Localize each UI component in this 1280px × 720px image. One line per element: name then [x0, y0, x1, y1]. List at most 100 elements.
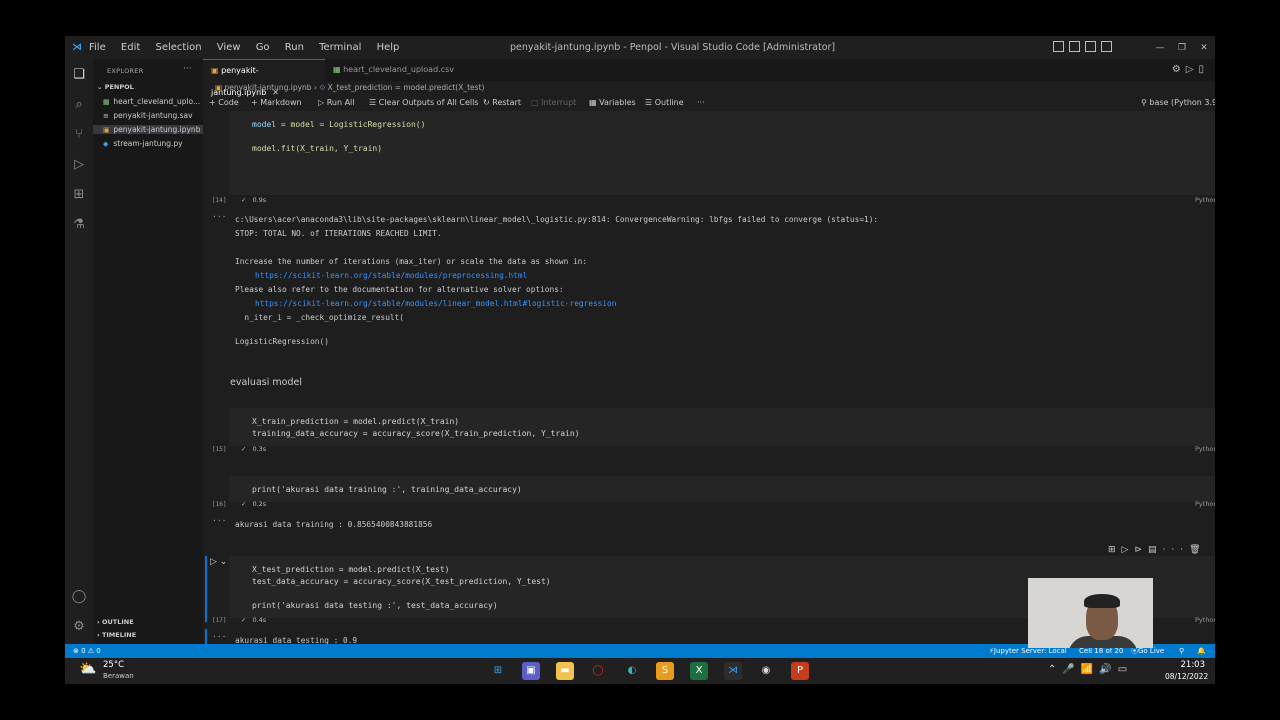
tab-label: heart_cleveland_upload.csv — [343, 65, 454, 74]
check-icon: ✓ — [241, 500, 247, 508]
output-more-icon[interactable]: ··· — [212, 212, 226, 221]
code-line: X_train_prediction = model.predict(X_tra… — [252, 417, 460, 426]
kernel-label: base (Python 3.9. — [1149, 98, 1215, 107]
output-more-icon[interactable]: ··· — [212, 516, 226, 525]
cell-language[interactable]: Python — [1195, 196, 1215, 204]
folder-penpol[interactable]: ⌄ PENPOL — [97, 83, 134, 91]
excel-icon[interactable]: X — [690, 662, 708, 680]
cell-language[interactable]: Python — [1195, 445, 1215, 453]
file-item-ipynb[interactable]: ▣ penyakit-jantung.ipynb — [93, 125, 203, 134]
more-icon[interactable]: ··· — [697, 95, 705, 111]
variables-button[interactable]: ▦ Variables — [589, 95, 636, 111]
cell-language[interactable]: Python — [1195, 500, 1215, 508]
code-text: model = LogisticRegression() — [290, 120, 426, 129]
powerpoint-icon[interactable]: P — [791, 662, 809, 680]
file-item-py[interactable]: ◆ stream-jantung.py — [103, 139, 183, 148]
table-icon: ▦ — [333, 65, 341, 74]
close-icon[interactable]: ✕ — [1193, 43, 1215, 53]
output-link[interactable]: https://scikit-learn.org/stable/modules/… — [255, 299, 616, 308]
breadcrumb-file[interactable]: penyakit-jantung.ipynb — [224, 83, 311, 92]
menu-terminal[interactable]: Terminal — [319, 42, 361, 53]
toggle-sidebar-icon[interactable] — [1053, 41, 1064, 52]
opera-icon[interactable]: ◯ — [589, 662, 607, 680]
menu-run[interactable]: Run — [285, 42, 304, 53]
notifications-icon[interactable]: 🔔 — [1197, 644, 1206, 658]
edge-icon[interactable]: ◐ — [623, 662, 641, 680]
more-actions-icon[interactable]: ··· — [183, 64, 192, 74]
clear-outputs-button[interactable]: ☰ Clear Outputs of All Cells — [369, 95, 479, 111]
menu-selection[interactable]: Selection — [155, 42, 201, 53]
file-explorer-icon[interactable]: ▬ — [556, 662, 574, 680]
clear-outputs-label: Clear Outputs of All Cells — [378, 98, 479, 107]
toggle-panel-icon[interactable] — [1069, 41, 1080, 52]
exec-time: ✓ 0.3s — [241, 445, 266, 453]
github-icon[interactable]: ◉ — [757, 662, 775, 680]
output-more-icon[interactable]: ··· — [212, 632, 226, 641]
system-tray[interactable]: ⌃🎤📶🔊▭ — [1048, 664, 1133, 675]
settings-gear-icon[interactable]: ⚙ — [71, 619, 87, 635]
add-code-button[interactable]: + Code — [209, 95, 239, 111]
menu-go[interactable]: Go — [256, 42, 270, 53]
start-icon[interactable]: ⊞ — [489, 662, 507, 680]
feedback-icon[interactable]: ⚲ — [1179, 644, 1184, 658]
run-all-button[interactable]: ▷ Run All — [318, 95, 355, 111]
run-all-label: Run All — [326, 98, 355, 107]
teams-icon[interactable]: ▣ — [522, 662, 540, 680]
chevron-right-icon: › — [313, 83, 317, 92]
restart-button[interactable]: ↻ Restart — [483, 95, 521, 111]
toggle-secondary-sidebar-icon[interactable] — [1085, 41, 1096, 52]
markdown-cell[interactable]: evaluasi model — [230, 377, 302, 388]
problems-indicator[interactable]: ⊗ 0 ⚠ 0 — [73, 644, 101, 658]
file-label: penyakit-jantung.ipynb — [113, 125, 201, 134]
timeline-section[interactable]: › TIMELINE — [97, 631, 136, 639]
jupyter-server-status[interactable]: ⚡ Jupyter Server: Local — [989, 644, 1067, 658]
weather-cloud-icon[interactable]: ⛅ — [79, 661, 96, 677]
run-cell-icon[interactable]: ▷ ⌄ — [210, 557, 227, 567]
notebook-icon: ▣ — [211, 66, 219, 75]
notebook-icon: ▣ — [103, 126, 110, 134]
cell-toolbar[interactable]: ⊞▷⊳▤···🗑 — [1108, 545, 1207, 555]
account-icon[interactable]: ◯ — [71, 589, 87, 605]
outline-button[interactable]: ☰ Outline — [645, 95, 684, 111]
clock-date[interactable]: 08/12/2022 — [1165, 672, 1208, 681]
menu-edit[interactable]: Edit — [121, 42, 140, 53]
cell-language[interactable]: Python — [1195, 616, 1215, 624]
breadcrumb-symbol[interactable]: X_test_prediction = model.predict(X_test… — [328, 83, 485, 92]
vscode-taskbar-icon[interactable]: ⋊ — [724, 662, 742, 680]
add-markdown-button[interactable]: + Markdown — [251, 95, 302, 111]
kernel-picker[interactable]: ⚲ base (Python 3.9. — [1141, 95, 1215, 111]
file-item-csv[interactable]: ▦ heart_cleveland_uplo... — [103, 97, 200, 106]
source-control-icon[interactable]: ⑂ — [71, 127, 87, 143]
outline-section[interactable]: › OUTLINE — [97, 618, 134, 626]
clock-time[interactable]: 21:03 — [1165, 660, 1206, 670]
interrupt-button[interactable]: ▢ Interrupt — [531, 95, 576, 111]
menu-help[interactable]: Help — [377, 42, 400, 53]
restore-icon[interactable]: ❐ — [1171, 43, 1193, 53]
explorer-icon[interactable]: ❏ — [71, 67, 87, 83]
explorer-sidebar: EXPLORER ··· ⌄ PENPOL ▦ heart_cleveland_… — [93, 59, 203, 647]
folder-name: PENPOL — [104, 83, 134, 91]
testing-icon[interactable]: ⚗ — [71, 217, 87, 233]
tab-csv[interactable]: ▦ heart_cleveland_upload.csv — [325, 59, 455, 81]
code-line: model.fit(X_train, Y_train) — [252, 144, 382, 153]
output-line: STOP: TOTAL NO. of ITERATIONS REACHED LI… — [235, 229, 442, 238]
tab-notebook[interactable]: ▣ penyakit-jantung.ipynb ✕ — [203, 59, 325, 97]
output-link[interactable]: https://scikit-learn.org/stable/modules/… — [255, 271, 527, 280]
menu-file[interactable]: File — [89, 42, 106, 53]
menu-view[interactable]: View — [217, 42, 241, 53]
extensions-icon[interactable]: ⊞ — [71, 187, 87, 203]
editor-actions[interactable]: ⚙▷▯ — [1172, 64, 1209, 75]
weather-condition: Berawan — [103, 672, 134, 680]
search-icon[interactable]: ⌕ — [71, 97, 87, 113]
sublime-icon[interactable]: S — [656, 662, 674, 680]
customize-layout-icon[interactable] — [1101, 41, 1112, 52]
exec-time: ✓ 0.2s — [241, 500, 266, 508]
window-controls: — ❐ ✕ — [1149, 36, 1215, 59]
run-debug-icon[interactable]: ▷ — [71, 157, 87, 173]
code-cell-15[interactable] — [229, 408, 1215, 446]
code-line: X_test_prediction = model.predict(X_test… — [252, 565, 450, 574]
layout-controls — [1053, 41, 1112, 52]
notebook-toolbar: + Code + Markdown ▷ Run All ☰ Clear Outp… — [203, 95, 1215, 111]
file-item-sav[interactable]: ≡ penyakit-jantung.sav — [103, 111, 193, 120]
minimize-icon[interactable]: — — [1149, 43, 1171, 53]
